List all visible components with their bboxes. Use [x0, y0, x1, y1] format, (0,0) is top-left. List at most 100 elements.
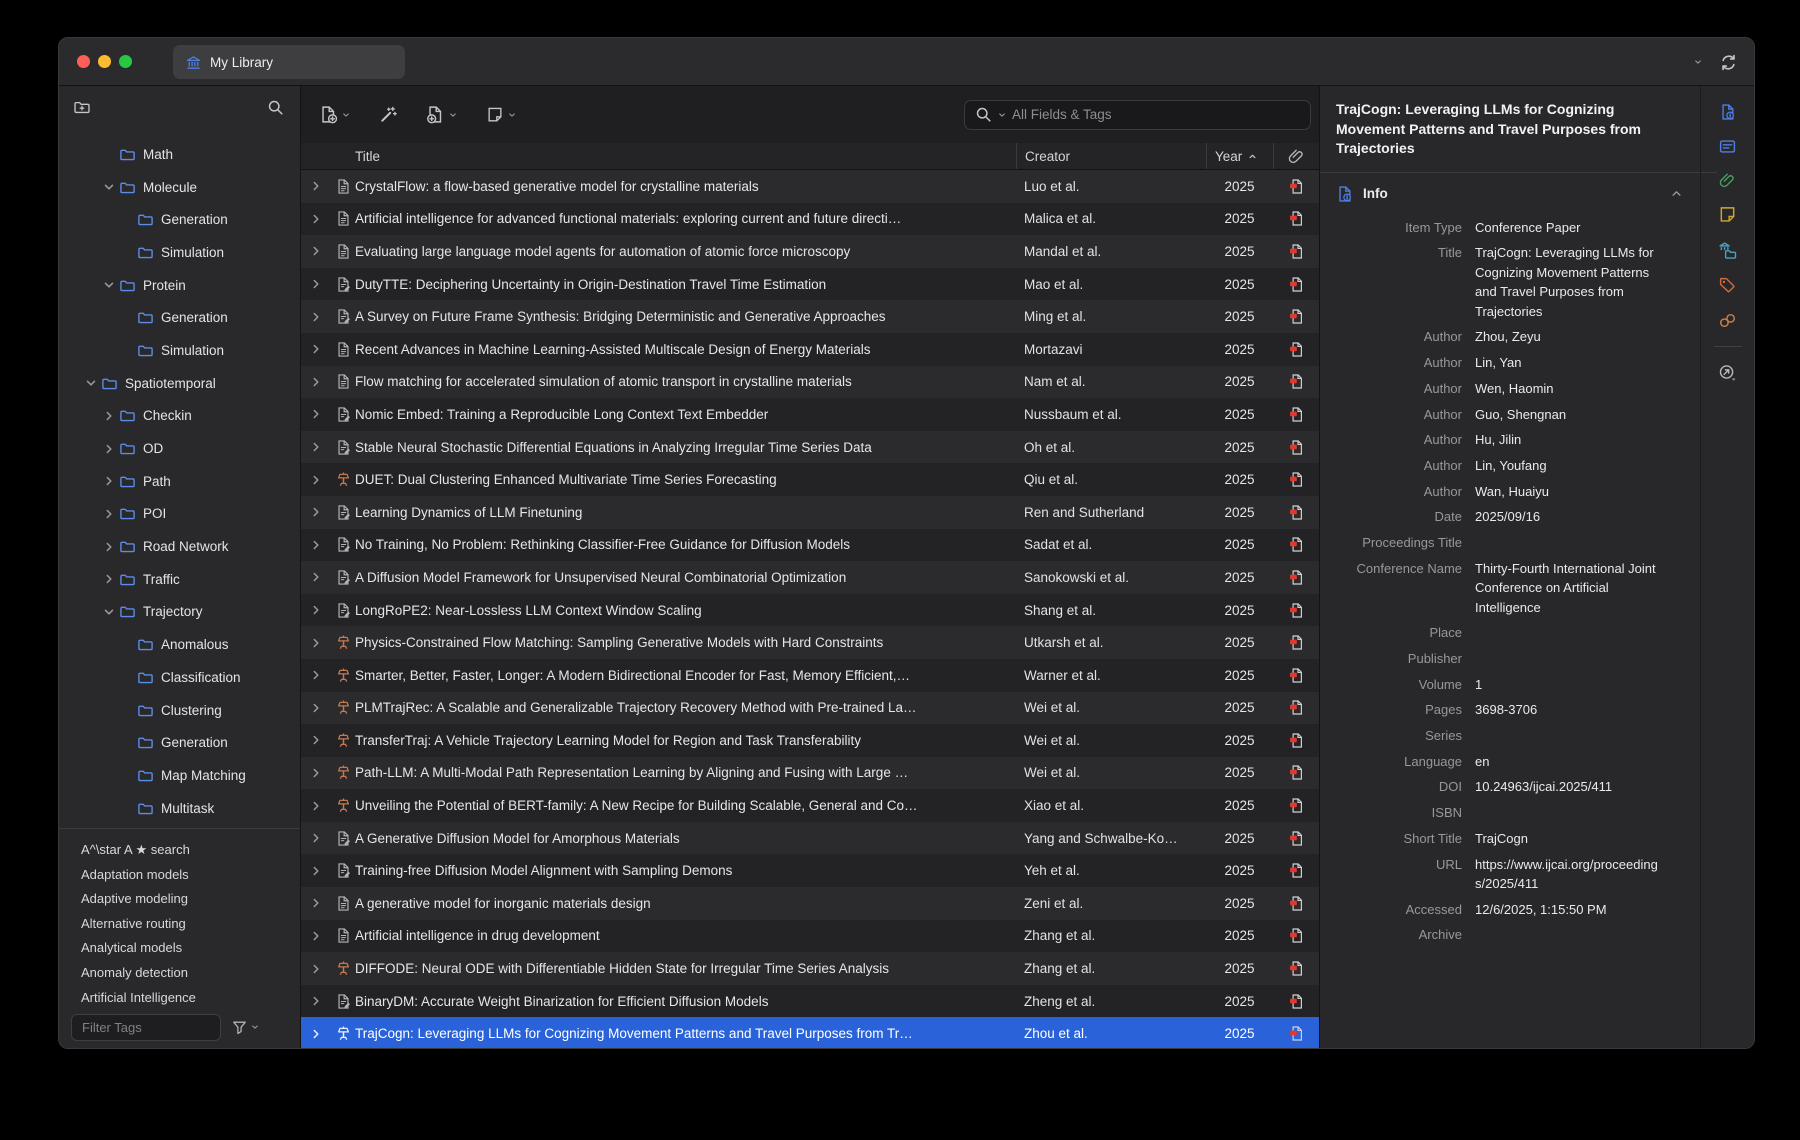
table-row[interactable]: Artificial intelligence in drug developm…: [301, 920, 1319, 953]
table-row[interactable]: A Generative Diffusion Model for Amorpho…: [301, 822, 1319, 855]
field-value[interactable]: 12/6/2025, 1:15:50 PM: [1475, 897, 1660, 923]
new-item-button[interactable]: [319, 105, 351, 124]
twisty-collapsed-icon[interactable]: [101, 539, 117, 555]
zoom-window-button[interactable]: [119, 55, 132, 68]
twisty-collapsed-icon[interactable]: [101, 441, 117, 457]
field-value[interactable]: 10.24963/ijcai.2025/411: [1475, 774, 1660, 800]
sidebar-collection-spatiotemporal[interactable]: Spatiotemporal: [59, 367, 300, 400]
twisty-collapsed-icon[interactable]: [101, 571, 117, 587]
tag-item[interactable]: Artificial Intelligence: [81, 986, 300, 1005]
table-row[interactable]: Learning Dynamics of LLM FinetuningRen a…: [301, 496, 1319, 529]
close-window-button[interactable]: [77, 55, 90, 68]
collection-search-button[interactable]: [267, 99, 284, 116]
sidebar-collection-trajectory[interactable]: Trajectory: [59, 596, 300, 629]
field-value[interactable]: 3698-3706: [1475, 697, 1660, 723]
column-header-year[interactable]: Year: [1206, 143, 1273, 169]
twisty-collapsed-icon[interactable]: [301, 504, 331, 520]
twisty-collapsed-icon[interactable]: [301, 961, 331, 977]
sidebar-collection-anomalous[interactable]: Anomalous: [59, 628, 300, 661]
table-row[interactable]: TrajCogn: Leveraging LLMs for Cognizing …: [301, 1017, 1319, 1049]
table-row[interactable]: Training-free Diffusion Model Alignment …: [301, 854, 1319, 887]
field-value[interactable]: Wan, Huaiyu: [1475, 479, 1660, 505]
twisty-collapsed-icon[interactable]: [301, 732, 331, 748]
abstract-icon[interactable]: [1718, 137, 1737, 156]
sidebar-collection-map-matching[interactable]: Map Matching: [59, 759, 300, 792]
twisty-collapsed-icon[interactable]: [301, 928, 331, 944]
table-row[interactable]: Nomic Embed: Training a Reproducible Lon…: [301, 398, 1319, 431]
table-row[interactable]: CrystalFlow: a flow-based generative mod…: [301, 170, 1319, 203]
tag-item[interactable]: Analytical models: [81, 936, 300, 961]
field-value[interactable]: [1475, 723, 1660, 749]
table-row[interactable]: Evaluating large language model agents f…: [301, 235, 1319, 268]
attachments-icon[interactable]: [1719, 172, 1736, 189]
twisty-collapsed-icon[interactable]: [301, 895, 331, 911]
table-row[interactable]: A generative model for inorganic materia…: [301, 887, 1319, 920]
twisty-collapsed-icon[interactable]: [101, 506, 117, 522]
tag-filter-options-button[interactable]: [231, 1019, 260, 1036]
twisty-collapsed-icon[interactable]: [301, 765, 331, 781]
twisty-collapsed-icon[interactable]: [301, 439, 331, 455]
field-value[interactable]: Wen, Haomin: [1475, 376, 1660, 402]
twisty-collapsed-icon[interactable]: [301, 635, 331, 651]
twisty-collapsed-icon[interactable]: [301, 178, 331, 194]
tag-item[interactable]: Alternative routing: [81, 912, 300, 937]
table-row[interactable]: No Training, No Problem: Rethinking Clas…: [301, 529, 1319, 562]
sidebar-collection-generation[interactable]: Generation: [59, 301, 300, 334]
add-by-identifier-button[interactable]: [379, 105, 398, 124]
sidebar-collection-checkin[interactable]: Checkin: [59, 400, 300, 433]
twisty-collapsed-icon[interactable]: [301, 406, 331, 422]
sidebar-collection-traffic[interactable]: Traffic: [59, 563, 300, 596]
twisty-collapsed-icon[interactable]: [301, 374, 331, 390]
field-value[interactable]: Guo, Shengnan: [1475, 401, 1660, 427]
field-value[interactable]: 2025/09/16: [1475, 504, 1660, 530]
field-value[interactable]: Thirty-Fourth International Joint Confer…: [1475, 556, 1660, 621]
field-value[interactable]: [1475, 530, 1660, 556]
table-row[interactable]: Path-LLM: A Multi-Modal Path Representat…: [301, 757, 1319, 790]
sidebar-collection-od[interactable]: OD: [59, 432, 300, 465]
sidebar-collection-simulation[interactable]: Simulation: [59, 236, 300, 269]
twisty-collapsed-icon[interactable]: [301, 1026, 331, 1042]
sidebar-collection-generation[interactable]: Generation: [59, 203, 300, 236]
field-value[interactable]: [1475, 646, 1660, 672]
twisty-collapsed-icon[interactable]: [301, 211, 331, 227]
tag-item[interactable]: Anomaly detection: [81, 961, 300, 986]
table-row[interactable]: Artificial intelligence for advanced fun…: [301, 203, 1319, 236]
tags-icon[interactable]: [1718, 276, 1737, 295]
twisty-expanded-icon[interactable]: [101, 604, 117, 620]
field-value[interactable]: https://www.ijcai.org/proceedings/2025/4…: [1475, 851, 1660, 896]
field-value[interactable]: Conference Paper: [1475, 215, 1660, 241]
field-value[interactable]: Lin, Yan: [1475, 350, 1660, 376]
twisty-collapsed-icon[interactable]: [301, 667, 331, 683]
new-collection-button[interactable]: [73, 98, 91, 116]
table-row[interactable]: Smarter, Better, Faster, Longer: A Moder…: [301, 659, 1319, 692]
twisty-expanded-icon[interactable]: [83, 375, 99, 391]
sidebar-collection-generation[interactable]: Generation: [59, 726, 300, 759]
search-input[interactable]: [1012, 107, 1300, 122]
field-value[interactable]: Hu, Jilin: [1475, 427, 1660, 453]
sidebar-collection-path[interactable]: Path: [59, 465, 300, 498]
locate-icon[interactable]: [1718, 363, 1737, 382]
add-attachment-button[interactable]: [426, 105, 458, 124]
field-value[interactable]: en: [1475, 749, 1660, 775]
table-row[interactable]: Stable Neural Stochastic Differential Eq…: [301, 431, 1319, 464]
field-value[interactable]: TrajCogn: Leveraging LLMs for Cognizing …: [1475, 240, 1660, 324]
column-header-title[interactable]: Title: [355, 143, 1016, 169]
field-value[interactable]: Zhou, Zeyu: [1475, 324, 1660, 350]
new-note-button[interactable]: [486, 106, 517, 124]
field-value[interactable]: [1475, 620, 1660, 646]
sidebar-collection-clustering[interactable]: Clustering: [59, 694, 300, 727]
table-row[interactable]: TransferTraj: A Vehicle Trajectory Learn…: [301, 724, 1319, 757]
field-value[interactable]: TrajCogn: [1475, 826, 1660, 852]
table-row[interactable]: BinaryDM: Accurate Weight Binarization f…: [301, 985, 1319, 1018]
twisty-collapsed-icon[interactable]: [301, 537, 331, 553]
tag-item[interactable]: Adaptation models: [81, 863, 300, 888]
related-icon[interactable]: [1718, 311, 1737, 330]
table-row[interactable]: Recent Advances in Machine Learning-Assi…: [301, 333, 1319, 366]
search-scope-chevron-icon[interactable]: [997, 110, 1007, 120]
twisty-collapsed-icon[interactable]: [301, 863, 331, 879]
search-box[interactable]: [964, 100, 1311, 130]
twisty-collapsed-icon[interactable]: [301, 700, 331, 716]
table-row[interactable]: Physics-Constrained Flow Matching: Sampl…: [301, 626, 1319, 659]
field-value[interactable]: 1: [1475, 672, 1660, 698]
twisty-collapsed-icon[interactable]: [301, 602, 331, 618]
